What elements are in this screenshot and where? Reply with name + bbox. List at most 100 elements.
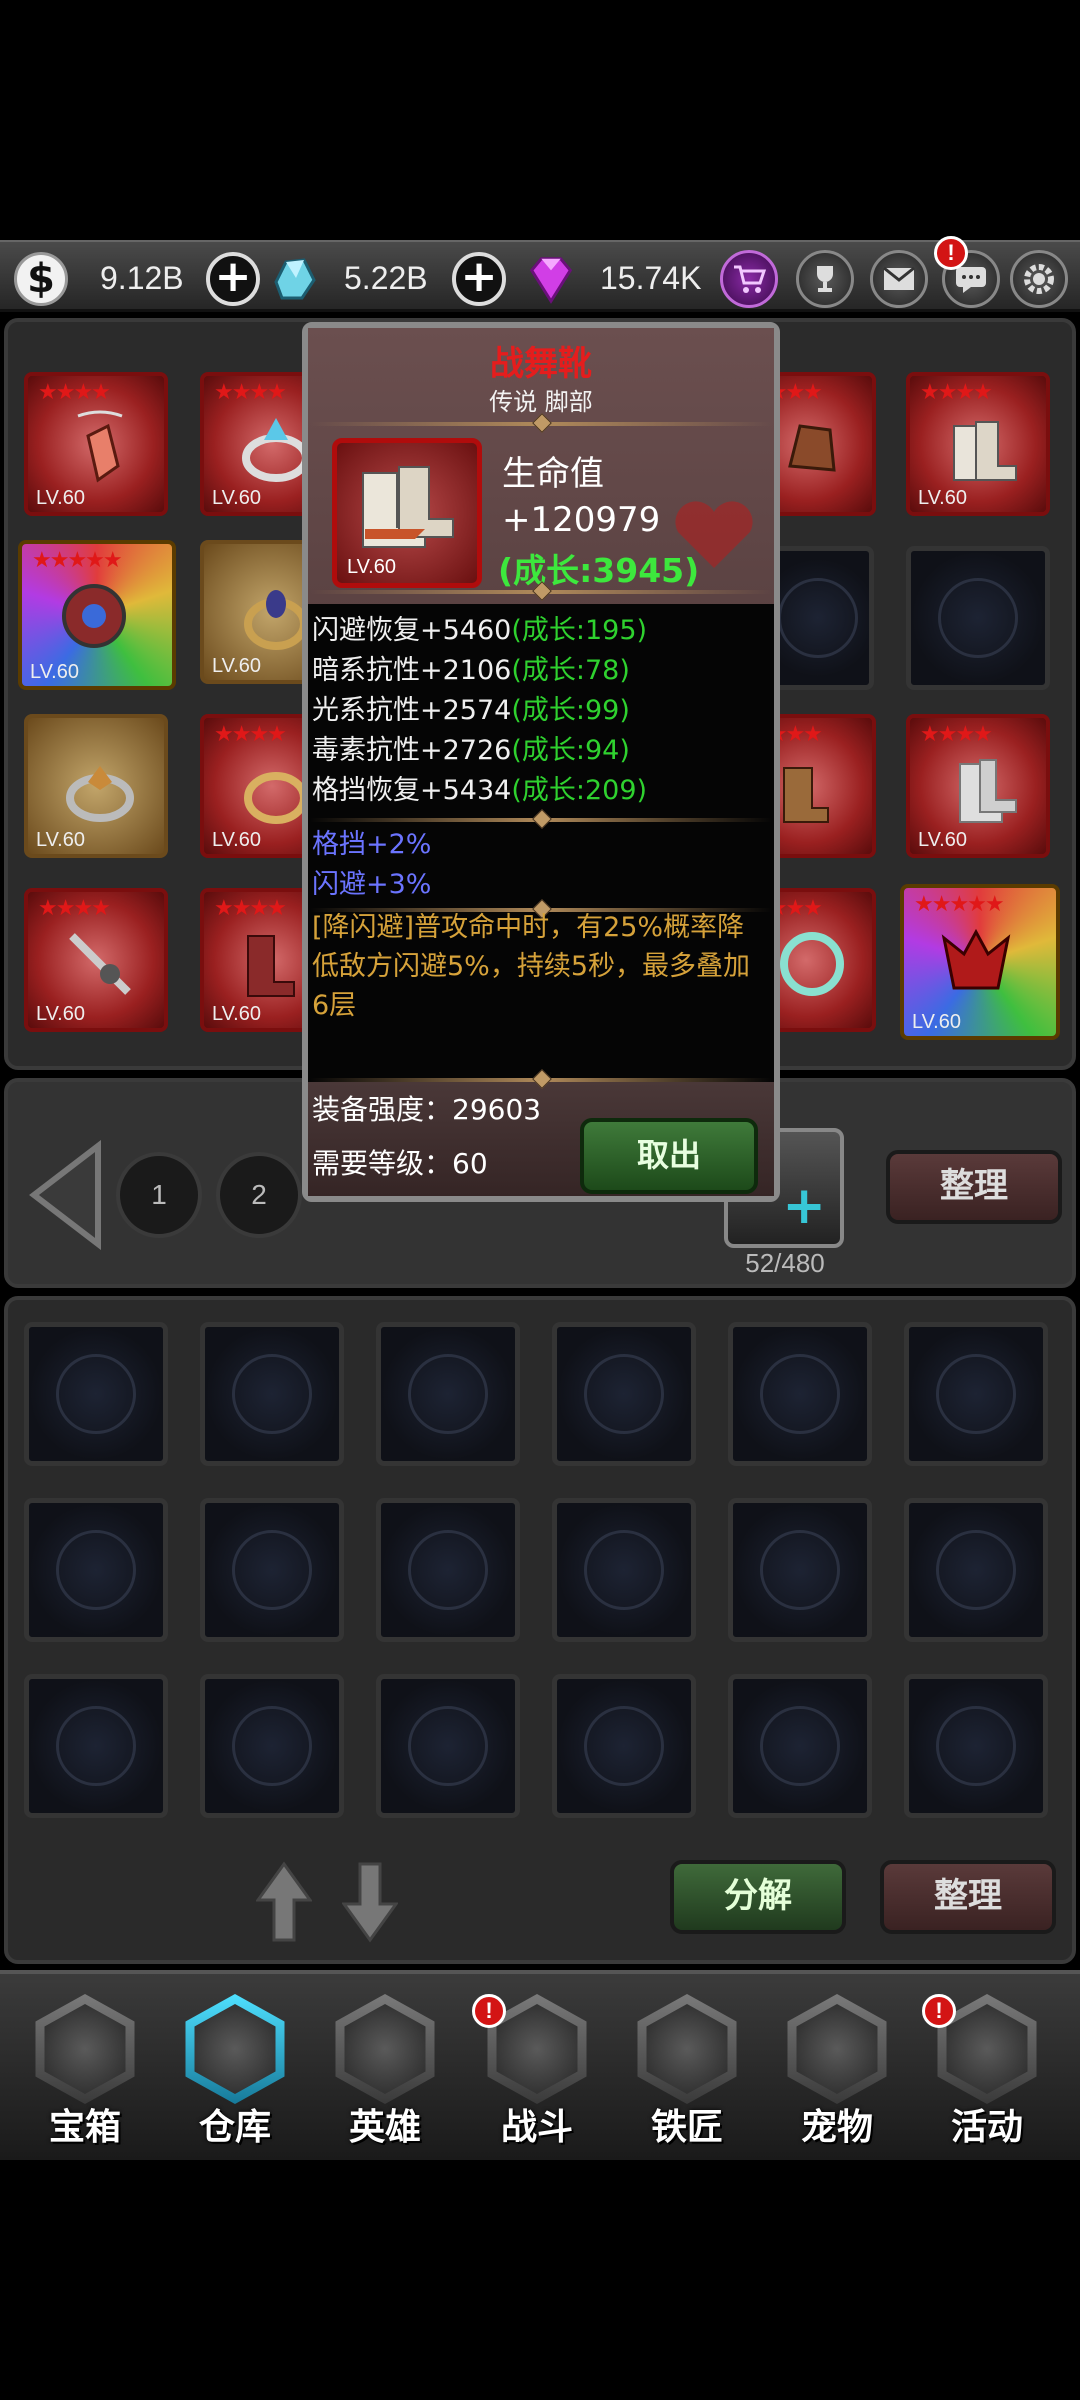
star-rating: ★★★★ (920, 380, 993, 405)
storage-slot-empty[interactable] (728, 1498, 872, 1642)
star-rating: ★★★★ (38, 380, 111, 405)
stat-line-dark-resist: 暗系抗性+2106(成长:78) (312, 655, 630, 686)
storage-slot-empty[interactable] (376, 1322, 520, 1466)
storage-slot-empty[interactable] (904, 1322, 1048, 1466)
equipment-slot-boots-white[interactable]: ★★★★ LV.60 (906, 714, 1050, 858)
star-rating: ★★★★ (38, 896, 111, 921)
storage-slot-empty[interactable] (200, 1674, 344, 1818)
nav-label: 活动 (950, 2107, 1023, 2148)
event-alert-badge: ! (922, 1994, 956, 2028)
item-level: LV.60 (30, 661, 79, 683)
sort-equipment-button[interactable]: 整理 (886, 1150, 1062, 1224)
rune-emblem-icon (760, 1530, 840, 1610)
boots-icon (783, 767, 829, 823)
rune-emblem-icon (936, 1706, 1016, 1786)
backpack-icon (194, 2004, 276, 2094)
nav-tab-blacksmith[interactable]: 铁匠 (622, 1994, 752, 2154)
ring-icon (66, 766, 134, 822)
move-down-arrow[interactable] (341, 1860, 399, 1944)
storage-slot-empty[interactable] (200, 1498, 344, 1642)
nav-label: 英雄 (348, 2107, 421, 2148)
divider (310, 422, 772, 426)
move-up-arrow[interactable] (255, 1860, 313, 1944)
equipment-slot-amulet[interactable]: ★★★★ LV.60 (24, 372, 168, 516)
storage-slot-empty[interactable] (24, 1322, 168, 1466)
item-level: LV.60 (212, 1003, 261, 1025)
nav-tab-hero[interactable]: 英雄 (320, 1994, 450, 2154)
pet-icon (796, 2004, 878, 2094)
storage-slot-empty[interactable] (904, 1498, 1048, 1642)
storage-slot-empty[interactable] (728, 1322, 872, 1466)
blacksmith-icon (646, 2004, 728, 2094)
chat-alert-badge: ! (934, 236, 968, 270)
page-button-1[interactable]: 1 (116, 1152, 202, 1238)
rune-emblem-icon (778, 578, 858, 658)
nav-tab-pet[interactable]: 宠物 (772, 1994, 902, 2154)
nav-label: 铁匠 (650, 2107, 723, 2148)
crystal-amount: 5.22B (344, 260, 428, 296)
storage-slot-empty[interactable] (200, 1322, 344, 1466)
storage-slot-empty[interactable] (552, 1322, 696, 1466)
equipment-slot-shield[interactable]: ★★★★★ LV.60 (18, 540, 176, 690)
item-level: LV.60 (347, 556, 396, 578)
item-level: LV.60 (212, 829, 261, 851)
skill-description: [降闪避]普攻命中时，有25%概率降低敌方闪避5%，持续5秒，最多叠加6层 (312, 912, 751, 1021)
equipment-slot-boots[interactable]: ★★★★ LV.60 (906, 372, 1050, 516)
equipment-slot-dragon-helm[interactable]: ★★★★★ LV.60 (900, 884, 1060, 1040)
mail-icon (883, 266, 915, 290)
mail-button[interactable] (870, 250, 928, 308)
item-level: LV.60 (212, 655, 261, 677)
storage-slot-empty[interactable] (552, 1498, 696, 1642)
item-level: LV.60 (212, 487, 261, 509)
spiked-shield-icon (62, 584, 126, 648)
decompose-button[interactable]: 分解 (670, 1860, 846, 1934)
crystal-icon (266, 252, 320, 306)
storage-slot-empty[interactable] (24, 1498, 168, 1642)
rune-emblem-icon (232, 1354, 312, 1434)
add-gold-button[interactable]: + (206, 252, 260, 306)
cart-icon (734, 265, 767, 293)
boots-icon (959, 759, 1017, 823)
shop-button[interactable] (720, 250, 778, 308)
take-out-button[interactable]: 取出 (580, 1118, 758, 1194)
item-name: 战舞靴 (490, 344, 592, 384)
page-left-arrow[interactable] (28, 1140, 104, 1250)
nav-tab-chest[interactable]: 宝箱 (20, 1994, 150, 2154)
hero-icon (344, 2004, 426, 2094)
equipment-slot-sword[interactable]: ★★★★ LV.60 (24, 888, 168, 1032)
star-rating: ★★★★★ (32, 548, 123, 573)
coin-icon: $ (14, 252, 68, 306)
nav-label: 仓库 (198, 2107, 271, 2148)
storage-slot-empty[interactable] (728, 1674, 872, 1818)
storage-slot-empty[interactable] (904, 1674, 1048, 1818)
trophy-icon (817, 266, 833, 292)
nav-tab-battle[interactable]: 战斗 ! (472, 1994, 602, 2154)
item-level: LV.60 (912, 1011, 961, 1033)
plus-icon: + (782, 1176, 826, 1236)
amulet-icon (77, 410, 123, 483)
main-stat-name: 生命值 (502, 454, 604, 494)
boots-icon (953, 421, 1017, 481)
equipment-slot-ring-rune[interactable]: LV.60 (24, 714, 168, 858)
page-button-2[interactable]: 2 (216, 1152, 302, 1238)
rune-emblem-icon (56, 1530, 136, 1610)
trophy-button[interactable] (796, 250, 854, 308)
nav-label: 宝箱 (48, 2107, 121, 2148)
sort-storage-button[interactable]: 整理 (880, 1860, 1056, 1934)
required-level: 需要等级：60 (312, 1147, 488, 1180)
nav-tab-event[interactable]: 活动 ! (922, 1994, 1052, 2154)
add-crystal-button[interactable]: + (452, 252, 506, 306)
storage-slot-empty[interactable] (24, 1674, 168, 1818)
chakram-icon (780, 932, 844, 996)
star-rating: ★★★★ (214, 896, 287, 921)
battle-alert-badge: ! (472, 1994, 506, 2028)
equipment-slot-empty[interactable] (906, 546, 1050, 690)
settings-button[interactable] (1010, 250, 1068, 308)
rune-emblem-icon (232, 1530, 312, 1610)
nav-tab-warehouse[interactable]: 仓库 (170, 1994, 300, 2154)
storage-slot-empty[interactable] (376, 1674, 520, 1818)
item-tooltip: 战舞靴 传说 脚部 LV.60 生命值 +120979 (成长:3945) 闪避… (302, 322, 780, 1202)
gem-amount: 15.74K (600, 260, 702, 296)
storage-slot-empty[interactable] (552, 1674, 696, 1818)
storage-slot-empty[interactable] (376, 1498, 520, 1642)
